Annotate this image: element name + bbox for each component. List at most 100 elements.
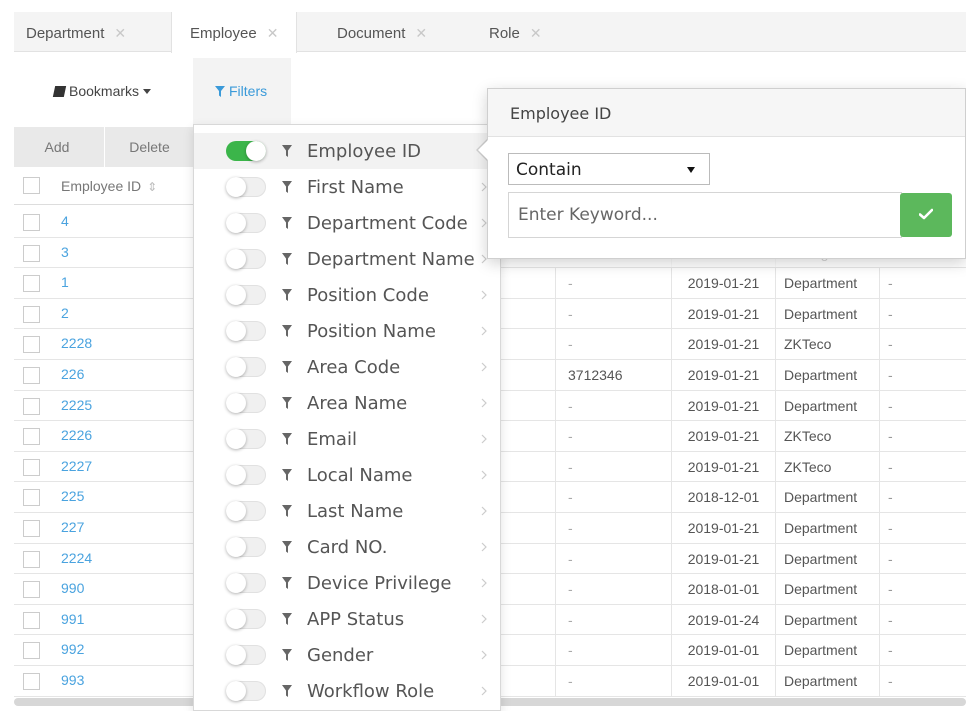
employee-id-link[interactable]: 991	[61, 605, 84, 633]
filter-item-local-name[interactable]: Local Name	[194, 457, 500, 493]
chevron-down-icon	[687, 167, 695, 173]
row-checkbox[interactable]	[23, 336, 40, 354]
table-cell: -	[555, 665, 671, 696]
filter-toggle[interactable]	[226, 609, 266, 629]
filter-item-device-privilege[interactable]: Device Privilege	[194, 565, 500, 601]
filter-item-department-name[interactable]: Department Name	[194, 241, 500, 277]
table-cell: -	[555, 574, 671, 604]
employee-id-link[interactable]: 2228	[61, 329, 92, 357]
row-checkbox[interactable]	[23, 366, 40, 384]
employee-id-link[interactable]: 226	[61, 360, 84, 388]
row-checkbox[interactable]	[23, 275, 40, 293]
filter-item-label: APP Status	[307, 609, 405, 630]
row-checkbox[interactable]	[23, 611, 40, 629]
row-checkbox[interactable]	[23, 458, 40, 476]
bookmarks-button[interactable]: Bookmarks	[52, 58, 152, 124]
close-icon[interactable]: ✕	[530, 25, 542, 41]
employee-id-link[interactable]: 2225	[61, 391, 92, 419]
employee-id-link[interactable]: 992	[61, 635, 84, 663]
column-header-employee-id[interactable]: Employee ID ⇕	[61, 167, 157, 206]
row-checkbox[interactable]	[23, 550, 40, 568]
filter-toggle[interactable]	[226, 321, 266, 341]
filter-toggle[interactable]	[226, 645, 266, 665]
row-checkbox[interactable]	[23, 489, 40, 507]
table-cell: 2019-01-21	[671, 359, 775, 390]
operator-select[interactable]: Contain	[508, 153, 710, 185]
filter-item-employee-id[interactable]: Employee ID	[194, 133, 500, 169]
filters-button[interactable]: Filters	[193, 58, 291, 160]
filter-item-position-name[interactable]: Position Name	[194, 313, 500, 349]
filter-item-area-name[interactable]: Area Name	[194, 385, 500, 421]
filter-item-last-name[interactable]: Last Name	[194, 493, 500, 529]
add-button[interactable]: Add	[14, 127, 100, 167]
filter-toggle[interactable]	[226, 285, 266, 305]
tab-role[interactable]: Role ✕	[489, 12, 542, 52]
filter-toggle[interactable]	[226, 573, 266, 593]
table-cell: -	[555, 482, 671, 512]
employee-id-link[interactable]: 2227	[61, 452, 92, 480]
tab-department[interactable]: Department ✕	[26, 12, 126, 52]
employee-id-link[interactable]: 4	[61, 207, 69, 235]
filter-toggle[interactable]	[226, 213, 266, 233]
delete-button[interactable]: Delete	[104, 127, 194, 167]
row-checkbox[interactable]	[23, 642, 40, 660]
filter-toggle[interactable]	[226, 177, 266, 197]
filter-item-position-code[interactable]: Position Code	[194, 277, 500, 313]
filter-item-email[interactable]: Email	[194, 421, 500, 457]
filter-item-department-code[interactable]: Department Code	[194, 205, 500, 241]
row-checkbox[interactable]	[23, 581, 40, 599]
table-cell: 2019-01-24	[671, 604, 775, 635]
filter-toggle[interactable]	[226, 249, 266, 269]
keyword-input[interactable]	[508, 192, 902, 238]
employee-id-link[interactable]: 227	[61, 513, 84, 541]
filter-toggle[interactable]	[226, 501, 266, 521]
table-cell: 2019-01-01	[671, 635, 775, 665]
row-checkbox[interactable]	[23, 428, 40, 446]
filter-item-gender[interactable]: Gender	[194, 637, 500, 673]
tab-employee[interactable]: Employee ✕	[171, 12, 298, 53]
select-all-checkbox[interactable]	[23, 177, 40, 194]
employee-id-link[interactable]: 225	[61, 482, 84, 510]
filter-toggle[interactable]	[226, 141, 266, 161]
filter-item-card-no[interactable]: Card NO.	[194, 529, 500, 565]
row-checkbox[interactable]	[23, 672, 40, 690]
sort-icon[interactable]: ⇕	[147, 180, 157, 194]
row-checkbox[interactable]	[23, 397, 40, 415]
filter-item-workflow-role[interactable]: Workflow Role	[194, 673, 500, 709]
filter-item-label: Department Code	[307, 213, 468, 234]
popover-arrow-inner	[478, 139, 489, 161]
close-icon[interactable]: ✕	[114, 25, 126, 41]
filter-item-area-code[interactable]: Area Code	[194, 349, 500, 385]
filter-toggle[interactable]	[226, 393, 266, 413]
employee-id-link[interactable]: 1	[61, 268, 69, 296]
table-cell: -	[879, 329, 966, 359]
filter-toggle[interactable]	[226, 681, 266, 701]
table-cell: Department	[775, 482, 879, 512]
employee-id-link[interactable]: 2	[61, 299, 69, 327]
employee-id-link[interactable]: 990	[61, 574, 84, 602]
employee-id-link[interactable]: 3	[61, 238, 69, 266]
row-checkbox[interactable]	[23, 519, 40, 537]
filter-toggle[interactable]	[226, 537, 266, 557]
row-checkbox[interactable]	[23, 244, 40, 262]
tab-document[interactable]: Document ✕	[337, 12, 427, 52]
row-checkbox[interactable]	[23, 305, 40, 323]
employee-id-link[interactable]: 2226	[61, 421, 92, 449]
filter-item-first-name[interactable]: First Name	[194, 169, 500, 205]
table-cell: -	[879, 298, 966, 329]
filter-menu: Employee ID First Name Department Code D…	[193, 124, 501, 711]
filter-icon	[282, 253, 292, 265]
close-icon[interactable]: ✕	[267, 25, 279, 41]
table-cell: -	[879, 421, 966, 451]
apply-filter-button[interactable]	[900, 193, 952, 237]
filter-item-app-status[interactable]: APP Status	[194, 601, 500, 637]
table-cell: -	[879, 665, 966, 696]
close-icon[interactable]: ✕	[415, 25, 427, 41]
filter-toggle[interactable]	[226, 429, 266, 449]
employee-id-link[interactable]: 993	[61, 666, 84, 694]
filter-toggle[interactable]	[226, 465, 266, 485]
row-checkbox[interactable]	[23, 214, 40, 231]
table-cell: 2019-01-21	[671, 298, 775, 329]
filter-toggle[interactable]	[226, 357, 266, 377]
employee-id-link[interactable]: 2224	[61, 544, 92, 572]
